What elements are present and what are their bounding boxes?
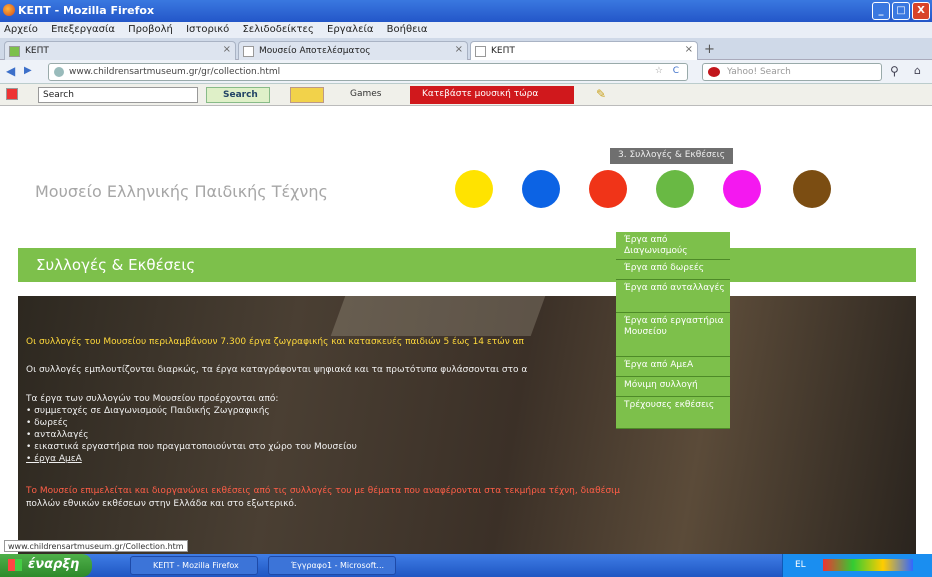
nav-dot-yellow[interactable]	[455, 170, 493, 208]
taskbar-item-word[interactable]: Έγγραφο1 - Microsoft...	[268, 556, 396, 575]
search-input[interactable]: Yahoo! Search	[702, 63, 882, 81]
language-indicator[interactable]: EL	[795, 560, 806, 570]
smiley-icon[interactable]	[290, 87, 324, 103]
search-placeholder: Yahoo! Search	[727, 67, 791, 77]
maximize-button[interactable]: □	[892, 2, 910, 20]
menu-file[interactable]: Αρχείο	[0, 22, 44, 35]
tab-close-button[interactable]: ×	[223, 44, 231, 55]
menu-bar: Αρχείο Επεξεργασία Προβολή Ιστορικό Σελι…	[0, 22, 932, 38]
url-text: www.childrensartmuseum.gr/gr/collection.…	[69, 67, 281, 77]
site-identity-icon	[54, 67, 64, 77]
nav-dot-green[interactable]	[656, 170, 694, 208]
tab-favicon	[9, 46, 20, 57]
photo-highlight	[330, 296, 546, 336]
bookmark-star-icon[interactable]: ☆	[655, 66, 663, 76]
new-tab-button[interactable]: +	[704, 42, 715, 57]
window-title: ΚΕΠΤ - Mozilla Firefox	[18, 4, 155, 17]
nav-dot-blue[interactable]	[522, 170, 560, 208]
status-bar-url: www.childrensartmuseum.gr/Collection.htm	[4, 540, 188, 552]
home-icon[interactable]: ⌂	[914, 64, 921, 77]
body-list-item: • συμμετοχές σε Διαγωνισμούς Παιδικής Ζω…	[26, 406, 270, 416]
search-icon[interactable]: ⚲	[890, 64, 899, 78]
url-bar[interactable]: www.childrensartmuseum.gr/gr/collection.…	[48, 63, 688, 81]
menu-history[interactable]: Ιστορικό	[182, 22, 235, 35]
toolbar-search-button[interactable]: Search	[206, 87, 270, 103]
forward-button[interactable]: ▶	[24, 65, 32, 76]
start-button[interactable]: έναρξη	[0, 554, 92, 577]
start-label: έναρξη	[28, 557, 80, 572]
menu-tooltip: 3. Συλλογές & Εκθέσεις	[610, 148, 733, 164]
menu-bookmarks[interactable]: Σελιδοδείκτες	[238, 22, 319, 35]
toolbar-logo-icon	[6, 88, 18, 100]
windows-taskbar: έναρξη ΚΕΠΤ - Mozilla Firefox Έγγραφο1 -…	[0, 554, 932, 577]
system-tray: EL	[782, 554, 932, 577]
download-music-button[interactable]: Κατεβάστε μουσική τώρα	[410, 86, 574, 104]
page-content: Μουσείο Ελληνικής Παιδικής Τέχνης 3. Συλ…	[0, 106, 932, 554]
body-paragraph-4: Το Μουσείο επιμελείται και διοργανώνει ε…	[26, 486, 620, 496]
tab-museum[interactable]: Μουσείο Αποτελέσματος ×	[238, 41, 468, 60]
tab-favicon	[475, 46, 486, 57]
dropdown-item-exchanges[interactable]: Έργα από ανταλλαγές	[616, 280, 730, 313]
toolbar-search-input[interactable]: Search	[38, 87, 198, 103]
reload-button[interactable]: C	[673, 66, 679, 76]
menu-help[interactable]: Βοήθεια	[383, 22, 434, 35]
nav-dot-magenta[interactable]	[723, 170, 761, 208]
back-button[interactable]: ◀	[6, 64, 15, 78]
tab-label: ΚΕΠΤ	[25, 46, 49, 56]
tab-kept[interactable]: ΚΕΠΤ ×	[4, 41, 236, 60]
addon-toolbar: Search Search Games Κατεβάστε μουσική τώ…	[0, 84, 932, 106]
windows-logo-icon	[8, 559, 22, 571]
taskbar-item-firefox[interactable]: ΚΕΠΤ - Mozilla Firefox	[130, 556, 258, 575]
dropdown-item-competitions[interactable]: Έργα από Διαγωνισμούς	[616, 232, 730, 260]
background-photo: Οι συλλογές του Μουσείου περιλαμβάνουν 7…	[18, 296, 916, 554]
body-list-item: • δωρεές	[26, 418, 68, 428]
tray-icons[interactable]	[823, 559, 913, 571]
body-list-item: • ανταλλαγές	[26, 430, 89, 440]
yahoo-icon	[708, 67, 720, 77]
dropdown-item-workshops[interactable]: Έργα από εργαστήρια Μουσείου	[616, 313, 730, 357]
tab-label: Μουσείο Αποτελέσματος	[259, 46, 371, 56]
tab-close-button[interactable]: ×	[685, 44, 693, 55]
tab-close-button[interactable]: ×	[455, 44, 463, 55]
nav-dot-red[interactable]	[589, 170, 627, 208]
close-button[interactable]: X	[912, 2, 930, 20]
menu-tools[interactable]: Εργαλεία	[323, 22, 379, 35]
navigation-bar: ◀ ▶ www.childrensartmuseum.gr/gr/collect…	[0, 60, 932, 84]
menu-edit[interactable]: Επεξεργασία	[47, 22, 121, 35]
body-list-item: • εικαστικά εργαστήρια που πραγματοποιού…	[26, 442, 357, 452]
dropdown-item-current-exhibitions[interactable]: Τρέχουσες εκθέσεις	[616, 397, 730, 429]
section-title: Συλλογές & Εκθέσεις	[18, 248, 916, 282]
body-paragraph-2: Οι συλλογές εμπλουτίζονται διαρκώς, τα έ…	[26, 365, 528, 375]
minimize-button[interactable]: _	[872, 2, 890, 20]
tab-favicon	[243, 46, 254, 57]
site-title[interactable]: Μουσείο Ελληνικής Παιδικής Τέχνης	[35, 182, 328, 201]
dropdown-item-permanent[interactable]: Μόνιμη συλλογή	[616, 377, 730, 397]
body-list-intro: Τα έργα των συλλογών του Μουσείου προέρχ…	[26, 394, 279, 404]
tab-label: ΚΕΠΤ	[491, 46, 515, 56]
menu-view[interactable]: Προβολή	[124, 22, 179, 35]
games-link[interactable]: Games	[350, 89, 381, 99]
dropdown-item-amea[interactable]: Έργα από ΑμεΑ	[616, 357, 730, 377]
nav-dot-brown[interactable]	[793, 170, 831, 208]
firefox-icon	[3, 4, 15, 16]
body-paragraph-1: Οι συλλογές του Μουσείου περιλαμβάνουν 7…	[26, 337, 524, 347]
pencil-icon[interactable]: ✎	[596, 87, 606, 101]
dropdown-item-donations[interactable]: Έργα από δωρεές	[616, 260, 730, 280]
body-list-link-amea[interactable]: • έργα ΑμεΑ	[26, 454, 82, 464]
body-paragraph-5: πολλών εθνικών εκθέσεων στην Ελλάδα και …	[26, 499, 297, 509]
tab-active[interactable]: ΚΕΠΤ ×	[470, 41, 698, 60]
window-titlebar: ΚΕΠΤ - Mozilla Firefox _ □ X	[0, 0, 932, 22]
tab-bar: ΚΕΠΤ × Μουσείο Αποτελέσματος × ΚΕΠΤ × +	[0, 38, 932, 60]
